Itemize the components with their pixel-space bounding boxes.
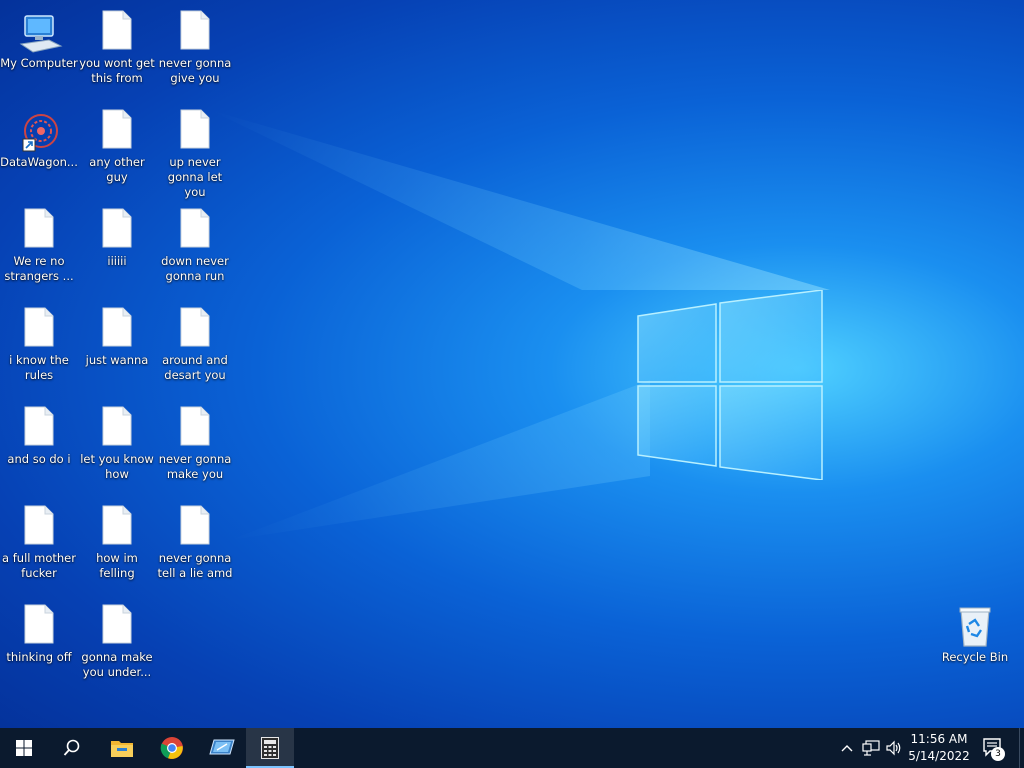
file-icon [24,208,54,248]
file-icon [102,208,132,248]
desktop-icon-datawagon[interactable]: DataWagon... [0,103,78,170]
file-icon [102,307,132,347]
file-icon [102,604,132,644]
start-icon [16,740,32,756]
recycle-bin-icon [955,604,995,648]
search-icon [63,739,80,756]
windows-logo-wallpaper [637,290,823,480]
desktop-icon-file[interactable]: never gonna give you [156,4,234,86]
start-button[interactable] [0,728,48,768]
calculator-button[interactable] [246,728,294,768]
file-icon [180,406,210,446]
file-icon [24,307,54,347]
desktop-icon-my-computer[interactable]: My Computer [0,4,78,71]
clock[interactable]: 11:56 AM 5/14/2022 [905,731,973,765]
network-icon [862,740,880,756]
clock-date: 5/14/2022 [908,749,970,763]
volume-icon [886,740,901,756]
volume-button[interactable] [884,738,904,758]
file-explorer-icon [111,741,133,757]
file-icon [180,307,210,347]
show-desktop-button[interactable] [1019,728,1024,768]
desktop-icon-file[interactable]: i know the rules [0,301,78,383]
clock-time: 11:56 AM [910,732,968,746]
chrome-button[interactable] [148,728,196,768]
show-hidden-icons-button[interactable] [837,738,857,758]
file-icon [102,406,132,446]
desktop-icon-file[interactable]: thinking off [0,598,78,665]
desktop-icon-file[interactable]: never gonna tell a lie amd [156,499,234,581]
network-button[interactable] [861,738,881,758]
desktop-icon-file[interactable]: a full mother fucker [0,499,78,581]
calculator-icon [261,737,279,759]
desktop-icon-file[interactable]: gonna make you under... [78,598,156,680]
desktop-icon-file[interactable]: let you know how [78,400,156,482]
desktop-icon-file[interactable]: iiiiii [78,202,156,269]
file-icon [24,604,54,644]
file-icon [180,208,210,248]
file-icon [24,505,54,545]
taskbar: 11:56 AM 5/14/2022 [0,728,1024,768]
search-button[interactable] [48,728,96,768]
desktop-icon-file[interactable]: just wanna [78,301,156,368]
desktop-icon-file[interactable]: never gonna make you [156,400,234,482]
light-beam-lower [230,380,650,540]
light-beam-upper [210,110,830,290]
notification-count-badge: 3 [991,747,1005,761]
file-icon [180,10,210,50]
computer-icon [19,10,63,54]
remote-app-button[interactable] [198,728,246,768]
desktop-icon-file[interactable]: and so do i [0,400,78,467]
remote-app-icon [209,739,235,755]
file-icon [180,109,210,149]
desktop-icon-recycle-bin[interactable]: Recycle Bin [936,598,1014,665]
chrome-icon [160,737,183,759]
desktop-icon-file[interactable]: any other guy [78,103,156,185]
app-shortcut-icon [19,109,59,153]
file-icon [102,505,132,545]
desktop-icon-file[interactable]: We re no strangers ... [0,202,78,284]
file-icon [24,406,54,446]
file-icon [180,505,210,545]
desktop-icon-file[interactable]: you wont get this from [78,4,156,86]
file-explorer-button[interactable] [98,728,146,768]
desktop-icon-file[interactable]: around and desart you [156,301,234,383]
desktop-icon-file[interactable]: up never gonna let you [156,103,234,200]
desktop-icon-file[interactable]: how im felling [78,499,156,581]
file-icon [102,10,132,50]
chevron-up-icon [841,745,853,752]
desktop-icon-file[interactable]: down never gonna run [156,202,234,284]
file-icon [102,109,132,149]
